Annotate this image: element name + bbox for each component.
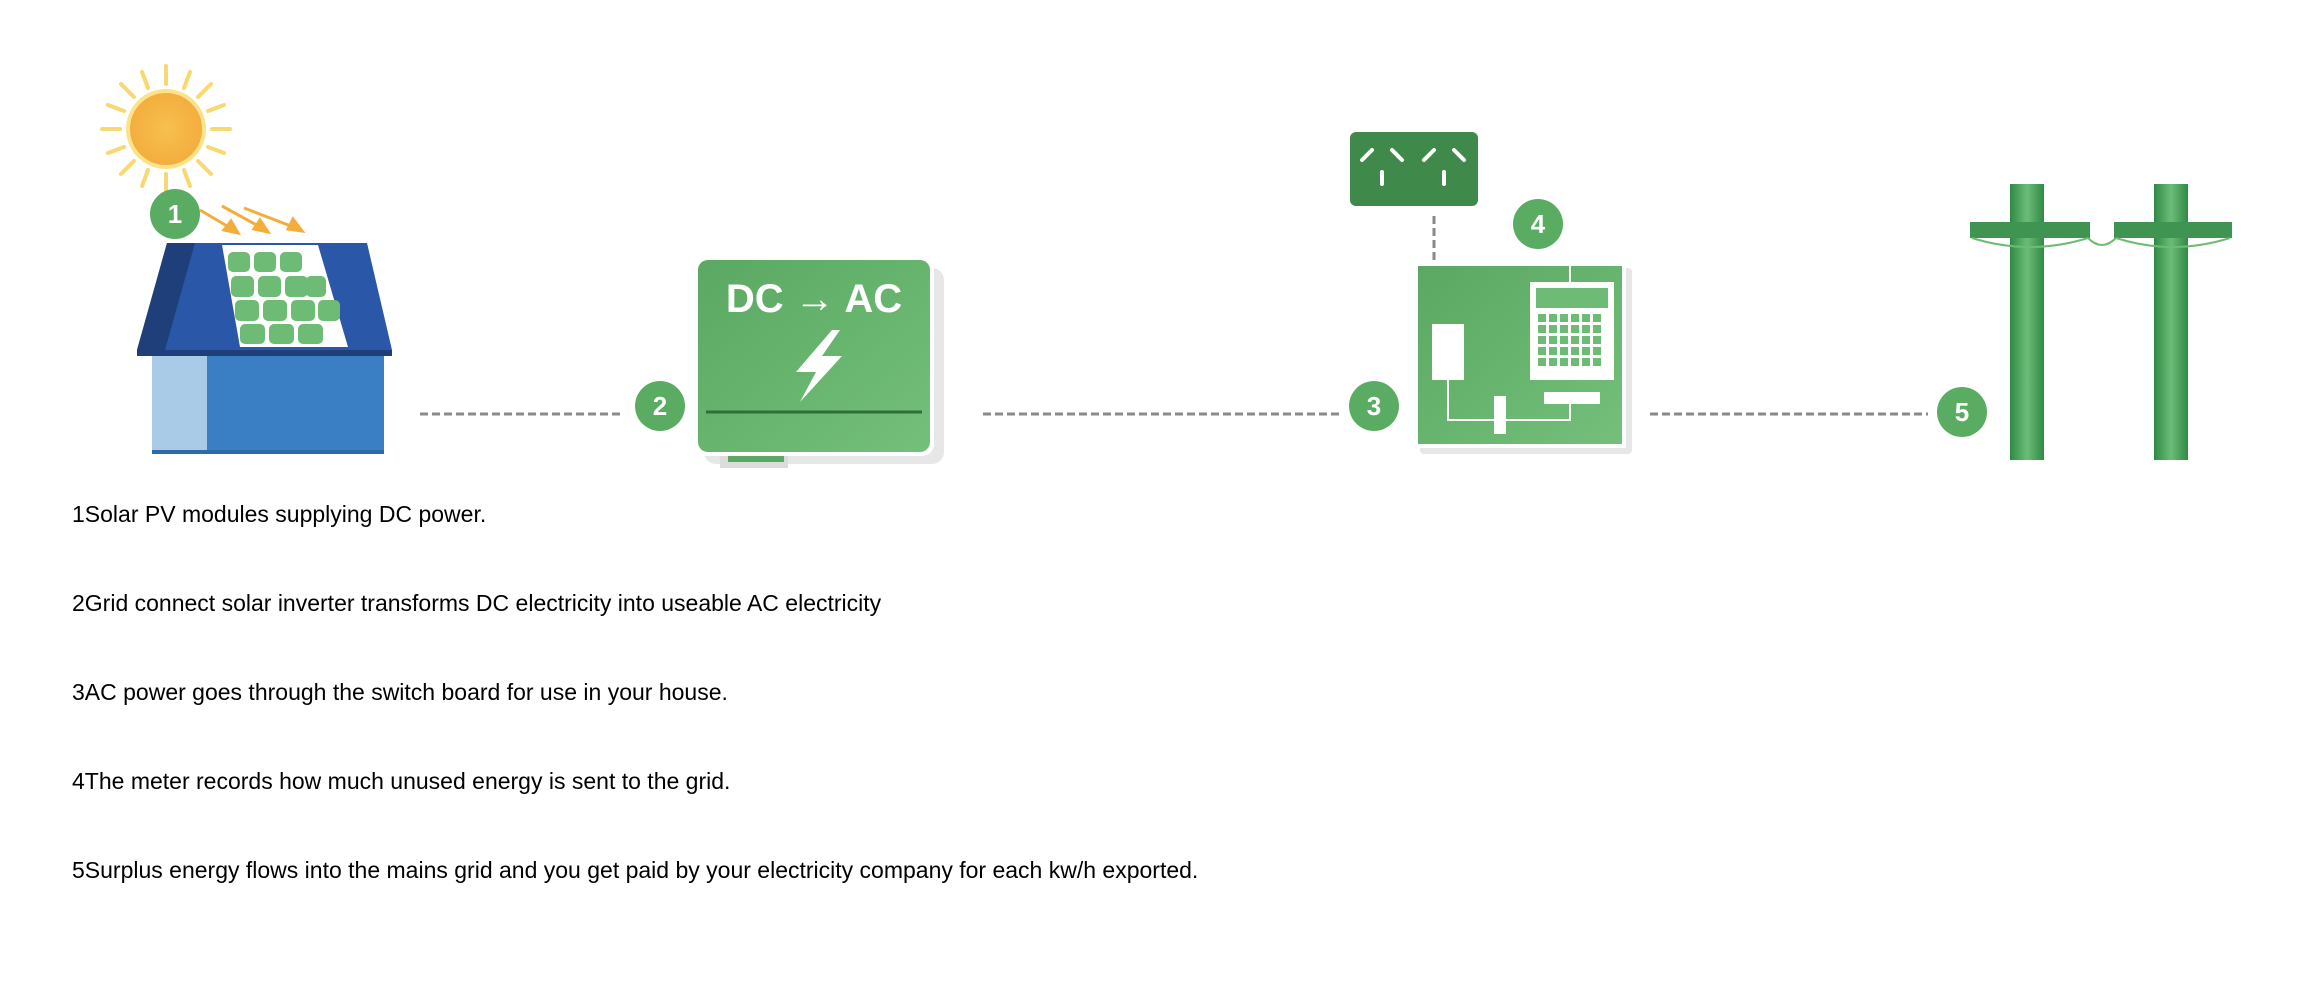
switchboard-meter-icon [1414, 262, 1632, 454]
step-text: Surplus energy flows into the mains grid… [84, 857, 1199, 883]
step-badge-2: 2 [635, 381, 685, 431]
step-item-3: 3AC power goes through the switch board … [72, 678, 1198, 706]
svg-text:5: 5 [1955, 397, 1969, 427]
inverter-icon: DC → AC [694, 256, 944, 468]
svg-text:1: 1 [168, 199, 182, 229]
step-item-1: 1Solar PV modules supplying DC power. [72, 500, 1198, 528]
step-item-4: 4The meter records how much unused energ… [72, 767, 1198, 795]
power-outlet-icon [1350, 132, 1478, 206]
step-text: AC power goes through the switch board f… [84, 679, 728, 705]
step-number: 5 [72, 857, 85, 883]
step-badge-5: 5 [1937, 387, 1987, 437]
step-text: The meter records how much unused energy… [84, 768, 731, 794]
step-text: Solar PV modules supplying DC power. [84, 501, 487, 527]
svg-text:3: 3 [1367, 391, 1381, 421]
step-number: 3 [72, 679, 85, 705]
step-badge-4: 4 [1513, 199, 1563, 249]
step-item-5: 5Surplus energy flows into the mains gri… [72, 856, 1198, 884]
step-badge-3: 3 [1349, 381, 1399, 431]
step-badge-1: 1 [150, 189, 200, 239]
steps-list: 1Solar PV modules supplying DC power. 2G… [72, 500, 1198, 945]
inverter-label: DC → AC [726, 277, 902, 321]
sunlight-arrows-icon [199, 204, 306, 236]
step-number: 4 [72, 768, 85, 794]
dc-cable-connector [420, 216, 1928, 416]
sun-icon [100, 64, 232, 194]
power-pole-icon [1970, 184, 2232, 460]
step-text: Grid connect solar inverter transforms D… [84, 590, 882, 616]
svg-text:2: 2 [653, 391, 667, 421]
step-item-2: 2Grid connect solar inverter transforms … [72, 589, 1198, 617]
step-number: 2 [72, 590, 85, 616]
svg-text:4: 4 [1531, 209, 1546, 239]
step-number: 1 [72, 501, 85, 527]
solar-system-diagram: 1 2 DC → AC 3 4 5 [100, 64, 2232, 468]
